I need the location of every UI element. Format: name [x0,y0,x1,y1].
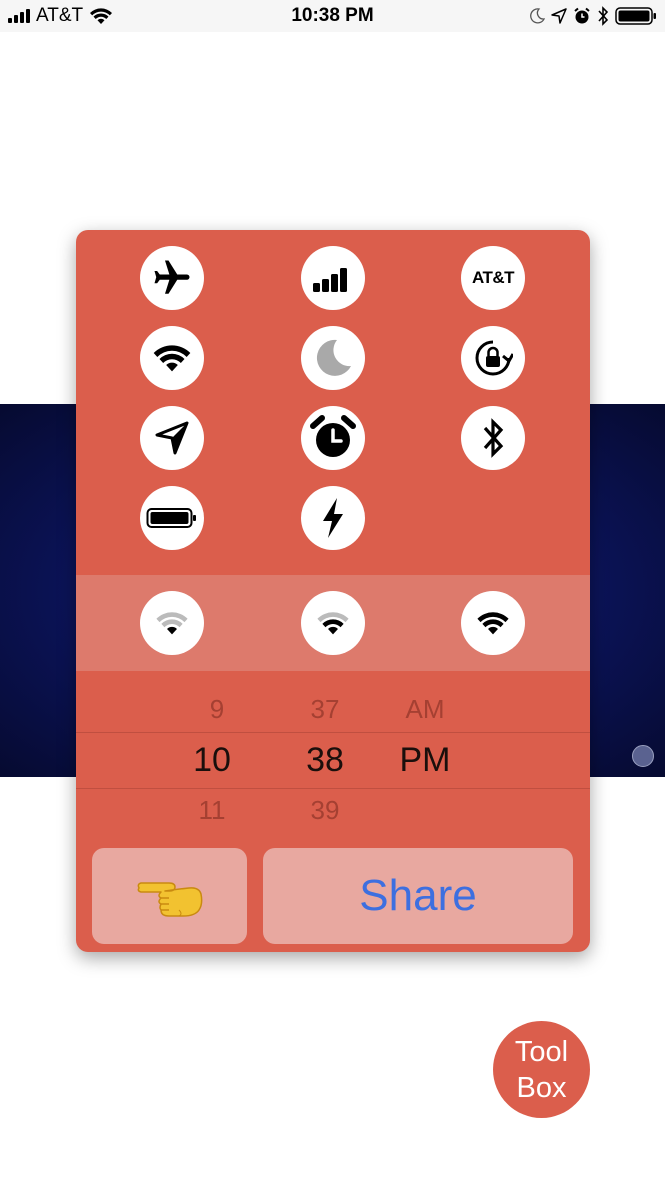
picker-selection-bottom-line [76,788,590,789]
toolbox-line1: Tool [514,1035,569,1068]
pointing-hand-button[interactable] [92,848,247,944]
period-prev[interactable]: AM [380,694,470,725]
lightning-icon[interactable] [301,486,365,550]
wifi-strength-row [76,575,590,671]
status-bar: AT&T 10:38 PM [0,0,665,32]
hour-current[interactable]: 10 [167,741,257,780]
picker-selection-top-line [76,732,590,733]
period-current[interactable]: PM [380,741,470,780]
toolbox-button[interactable]: Tool Box [493,1021,590,1118]
battery-icon [615,7,656,25]
battery-icon[interactable] [140,486,204,550]
status-icon-panel: AT&T 9 37 AM 10 38 PM 11 39 Share [76,230,590,952]
location-arrow-icon [551,8,567,24]
alarm-icon [574,7,590,24]
bluetooth-icon[interactable] [461,406,525,470]
share-button[interactable]: Share [263,848,573,944]
wifi-weak-icon[interactable] [140,591,204,655]
rotation-lock-icon[interactable] [461,326,525,390]
status-icon-grid: AT&T [76,230,590,575]
pointing-hand-icon [137,882,202,917]
watermark-logo [632,745,654,767]
status-right [529,4,657,28]
toolbox-line2: Box [516,1071,567,1104]
bluetooth-icon [598,6,609,26]
wifi-icon[interactable] [140,326,204,390]
carrier-icon[interactable]: AT&T [461,246,525,310]
wifi-full-icon[interactable] [461,591,525,655]
signal-bars-icon[interactable] [301,246,365,310]
airplane-icon[interactable] [140,246,204,310]
time-picker[interactable]: 9 37 AM 10 38 PM 11 39 [76,671,590,846]
hour-prev[interactable]: 9 [172,694,262,725]
carrier-icon-label: AT&T [471,268,515,287]
moon-icon[interactable] [301,326,365,390]
hour-next[interactable]: 11 [167,795,257,826]
wifi-medium-icon[interactable] [301,591,365,655]
alarm-clock-icon[interactable] [301,406,365,470]
location-arrow-icon[interactable] [140,406,204,470]
minute-next[interactable]: 39 [280,795,370,826]
minute-current[interactable]: 38 [280,741,370,780]
share-button-label: Share [359,871,477,920]
moon-icon [530,8,545,24]
minute-prev[interactable]: 37 [280,694,370,725]
